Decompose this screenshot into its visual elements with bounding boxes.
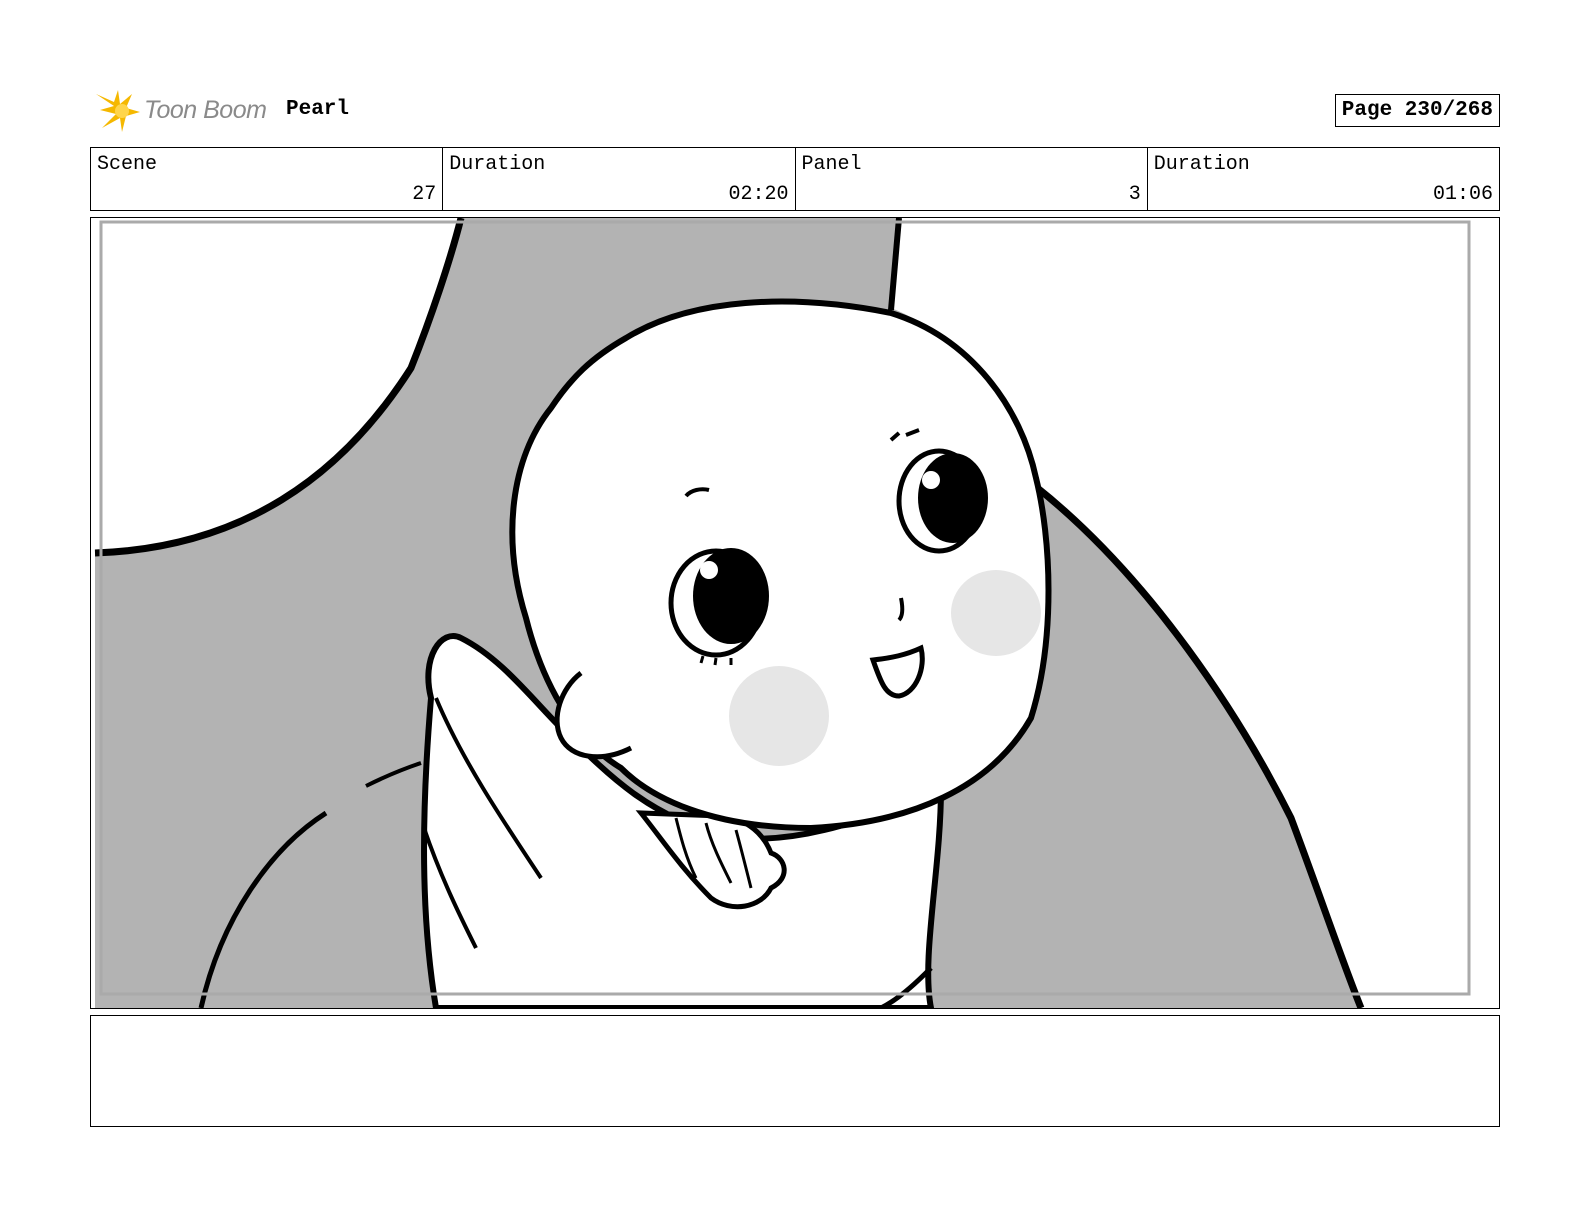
starburst-icon [96, 90, 140, 132]
logo-wordmark: Toon Boom [144, 96, 267, 124]
scene-cell: Scene 27 [91, 148, 444, 210]
page-counter: Page 230/268 [1334, 94, 1500, 127]
scene-duration-label: Duration [449, 153, 546, 176]
panel-duration-label: Duration [1153, 153, 1250, 176]
panel-value: 3 [1128, 183, 1141, 206]
storyboard-panel-image [90, 217, 1500, 1009]
panel-duration-value: 01:06 [1432, 183, 1493, 206]
scene-info-bar: Scene 27 Duration 02:20 Panel 3 Duration… [90, 147, 1500, 211]
blush-left [729, 666, 829, 766]
scene-label: Scene [97, 153, 158, 176]
project-title: Pearl [286, 98, 350, 121]
panel-duration-cell: Duration 01:06 [1148, 148, 1499, 210]
panel-cell: Panel 3 [796, 148, 1148, 210]
eye-right-pupil [918, 453, 988, 543]
panel-notes-box [90, 1015, 1500, 1127]
panel-label: Panel [801, 153, 862, 176]
scene-value: 27 [412, 183, 437, 206]
toon-boom-logo: Toon Boom [92, 86, 282, 136]
scene-duration-cell: Duration 02:20 [443, 148, 796, 210]
storyboard-header: Toon Boom Pearl Page 230/268 [90, 84, 1500, 140]
blush-right [951, 570, 1041, 656]
panel-drawing [94, 218, 1471, 1008]
scene-duration-value: 02:20 [728, 183, 789, 206]
